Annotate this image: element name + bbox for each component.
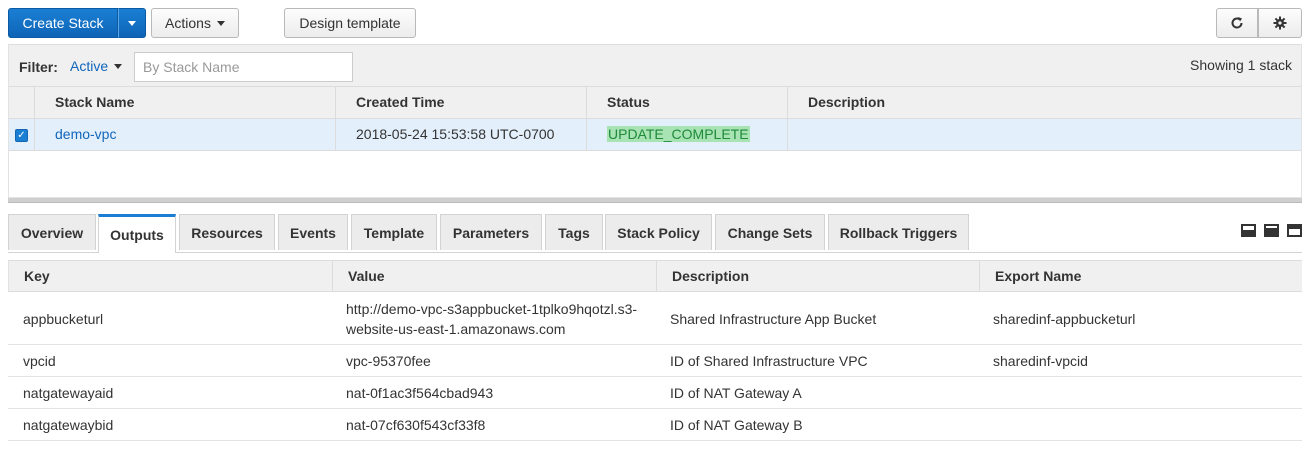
gear-icon xyxy=(1273,16,1287,30)
filter-status-dropdown[interactable]: Active xyxy=(70,58,123,74)
tab-label: Template xyxy=(363,224,425,241)
chevron-down-icon xyxy=(216,20,225,26)
tab-change-sets[interactable]: Change Sets xyxy=(715,214,825,250)
output-export-name: sharedinf-vpcid xyxy=(993,352,1088,369)
created-time: 2018-05-24 15:53:58 UTC-0700 xyxy=(335,119,586,150)
outputs-table: Key Value Description Export Name appbuc… xyxy=(8,252,1302,454)
tab-rollback-triggers[interactable]: Rollback Triggers xyxy=(828,214,969,250)
design-template-button[interactable]: Design template xyxy=(284,8,416,38)
table-row[interactable]: ✓ demo-vpc 2018-05-24 15:53:58 UTC-0700 … xyxy=(9,119,1301,151)
minimize-pane-icon[interactable] xyxy=(1241,224,1256,237)
tab-stack-policy[interactable]: Stack Policy xyxy=(605,214,712,250)
create-stack-label: Create Stack xyxy=(22,15,104,31)
tab-events[interactable]: Events xyxy=(278,214,348,250)
table-row: appbucketurl http://demo-vpc-s3appbucket… xyxy=(8,293,1302,345)
output-value-link[interactable]: http://demo-vpc-s3appbucket-1tplko9hqotz… xyxy=(331,293,655,344)
filter-status-value: Active xyxy=(70,58,109,74)
tab-label: Events xyxy=(290,224,336,241)
tab-tags[interactable]: Tags xyxy=(545,214,603,250)
tab-label: Overview xyxy=(20,224,84,241)
toolbar: Create Stack Actions Design template xyxy=(0,0,1316,44)
outputs-table-header: Key Value Description Export Name xyxy=(8,260,1302,292)
actions-label: Actions xyxy=(165,15,211,31)
tab-template[interactable]: Template xyxy=(351,214,437,250)
output-key: natgatewaybid xyxy=(23,416,114,433)
refresh-button[interactable] xyxy=(1216,8,1258,38)
tab-overview[interactable]: Overview xyxy=(8,214,96,250)
row-checkbox[interactable]: ✓ xyxy=(15,129,28,142)
filter-label: Filter: xyxy=(19,59,58,75)
column-header-status: Status xyxy=(586,87,787,118)
stack-name-search-input[interactable] xyxy=(134,52,353,82)
stack-name-link[interactable]: demo-vpc xyxy=(34,119,335,150)
design-template-label: Design template xyxy=(299,15,401,31)
stack-table-header: Stack Name Created Time Status Descripti… xyxy=(9,86,1301,119)
output-description: Shared Infrastructure App Bucket xyxy=(670,310,877,327)
column-header-stack-name: Stack Name xyxy=(34,87,335,118)
status-badge: UPDATE_COMPLETE xyxy=(607,126,750,142)
tab-resources[interactable]: Resources xyxy=(179,214,275,250)
chevron-down-icon xyxy=(114,63,123,69)
column-header-key: Key xyxy=(24,268,50,284)
settings-button[interactable] xyxy=(1258,8,1302,38)
table-row: natgatewaybid nat-07cf630f543cf33f8 ID o… xyxy=(8,409,1302,441)
output-export-name: sharedinf-appbucketurl xyxy=(993,310,1136,327)
tab-label: Outputs xyxy=(110,227,164,243)
status-cell: UPDATE_COMPLETE xyxy=(586,119,787,150)
column-header-description: Description xyxy=(787,87,1301,118)
output-key: vpcid xyxy=(23,352,56,369)
output-key: natgatewayaid xyxy=(23,384,114,401)
create-stack-button[interactable]: Create Stack xyxy=(8,8,118,38)
column-header-created-time: Created Time xyxy=(335,87,586,118)
tab-label: Change Sets xyxy=(727,224,813,241)
maximize-pane-icon[interactable] xyxy=(1287,224,1302,237)
tab-outputs[interactable]: Outputs xyxy=(98,214,176,253)
tab-label: Tags xyxy=(558,224,590,241)
chevron-down-icon xyxy=(128,20,136,26)
tab-label: Parameters xyxy=(452,224,530,241)
output-export-name xyxy=(978,409,1300,440)
split-pane-divider[interactable] xyxy=(8,198,1302,203)
stack-table: Stack Name Created Time Status Descripti… xyxy=(8,86,1302,198)
create-stack-dropdown-button[interactable] xyxy=(118,8,146,38)
split-pane-icon[interactable] xyxy=(1264,224,1279,237)
tab-parameters[interactable]: Parameters xyxy=(440,214,542,250)
tab-label: Rollback Triggers xyxy=(839,224,958,241)
column-header-value: Value xyxy=(332,261,656,291)
detail-tabs: Overview Outputs Resources Events Templa… xyxy=(8,212,1302,253)
column-header-description: Description xyxy=(656,261,979,291)
tab-label: Stack Policy xyxy=(617,224,700,241)
table-row: natgatewayaid nat-0f1ac3f564cbad943 ID o… xyxy=(8,377,1302,409)
select-column-header xyxy=(9,87,34,118)
output-value: vpc-95370fee xyxy=(346,352,431,369)
output-description: ID of NAT Gateway B xyxy=(670,416,803,433)
table-row: vpcid vpc-95370fee ID of Shared Infrastr… xyxy=(8,345,1302,377)
output-description: ID of NAT Gateway A xyxy=(670,384,802,401)
refresh-icon xyxy=(1231,17,1243,29)
actions-button[interactable]: Actions xyxy=(151,8,239,38)
output-export-name xyxy=(978,377,1300,408)
output-description: ID of Shared Infrastructure VPC xyxy=(670,352,868,369)
filter-bar: Filter: Active Showing 1 stack xyxy=(8,44,1302,86)
pane-layout-controls xyxy=(1241,224,1302,237)
stack-count-text: Showing 1 stack xyxy=(1190,57,1292,73)
output-value: nat-0f1ac3f564cbad943 xyxy=(346,384,494,401)
column-header-export-name: Export Name xyxy=(979,261,1301,291)
tab-label: Resources xyxy=(191,224,263,241)
output-key: appbucketurl xyxy=(23,310,104,327)
description-cell xyxy=(787,119,1301,150)
output-value: nat-07cf630f543cf33f8 xyxy=(346,416,486,433)
